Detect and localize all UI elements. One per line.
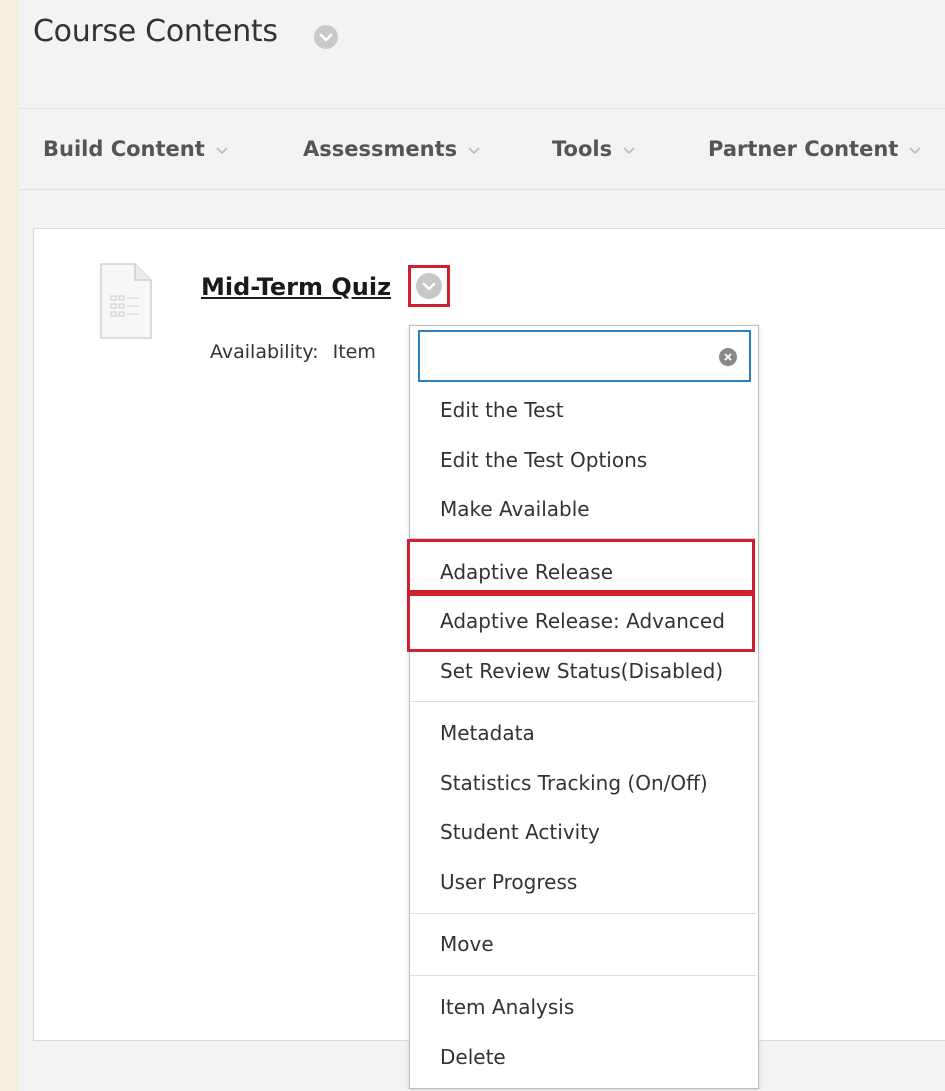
menu-item-make-available[interactable]: Make Available bbox=[440, 497, 590, 521]
action-bar: Build Content Assessments Tools Partner … bbox=[19, 109, 945, 190]
page-title: Course Contents bbox=[33, 14, 278, 49]
menu-item-adaptive-release-advanced[interactable]: Adaptive Release: Advanced bbox=[440, 609, 725, 633]
title-bar: Course Contents bbox=[19, 0, 945, 109]
availability-row: Availability: Item bbox=[210, 341, 376, 363]
partner-content-label: Partner Content bbox=[708, 137, 899, 161]
menu-item-adaptive-release[interactable]: Adaptive Release bbox=[440, 560, 613, 584]
menu-divider bbox=[410, 701, 756, 702]
item-title-link[interactable]: Mid-Term Quiz bbox=[201, 273, 391, 301]
chevron-down-icon bbox=[622, 137, 636, 161]
chevron-down-icon bbox=[215, 137, 229, 161]
menu-item-set-review-status[interactable]: Set Review Status(Disabled) bbox=[440, 659, 723, 683]
tools-menu[interactable]: Tools bbox=[552, 136, 636, 162]
tools-label: Tools bbox=[552, 137, 613, 161]
menu-item-delete[interactable]: Delete bbox=[440, 1045, 506, 1069]
item-options-chevron-icon[interactable] bbox=[416, 273, 442, 299]
assessments-label: Assessments bbox=[303, 137, 458, 161]
availability-value: Item bbox=[332, 341, 376, 363]
partner-content-menu[interactable]: Partner Content bbox=[708, 136, 922, 162]
build-content-menu[interactable]: Build Content bbox=[43, 136, 229, 162]
menu-divider bbox=[410, 975, 756, 976]
menu-item-move[interactable]: Move bbox=[440, 932, 494, 956]
item-options-highlight[interactable] bbox=[408, 265, 450, 307]
chevron-down-icon bbox=[908, 137, 922, 161]
menu-search-input[interactable] bbox=[428, 340, 702, 374]
availability-label: Availability: bbox=[210, 341, 319, 363]
menu-item-student-activity[interactable]: Student Activity bbox=[440, 820, 600, 844]
chevron-down-icon bbox=[467, 137, 481, 161]
menu-item-item-analysis[interactable]: Item Analysis bbox=[440, 995, 574, 1019]
menu-item-edit-test[interactable]: Edit the Test bbox=[440, 398, 564, 422]
item-context-menu: Edit the Test Edit the Test Options Make… bbox=[407, 325, 759, 1089]
menu-item-edit-test-options[interactable]: Edit the Test Options bbox=[440, 448, 647, 472]
menu-item-user-progress[interactable]: User Progress bbox=[440, 870, 577, 894]
page-title-options-icon[interactable] bbox=[314, 25, 338, 49]
assessments-menu[interactable]: Assessments bbox=[303, 136, 481, 162]
test-document-icon bbox=[97, 262, 155, 342]
clear-search-icon[interactable] bbox=[719, 348, 737, 366]
build-content-label: Build Content bbox=[43, 137, 205, 161]
menu-search-box[interactable] bbox=[418, 330, 751, 382]
menu-item-metadata[interactable]: Metadata bbox=[440, 721, 535, 745]
menu-divider bbox=[410, 913, 756, 914]
menu-item-statistics-tracking[interactable]: Statistics Tracking (On/Off) bbox=[440, 771, 708, 795]
